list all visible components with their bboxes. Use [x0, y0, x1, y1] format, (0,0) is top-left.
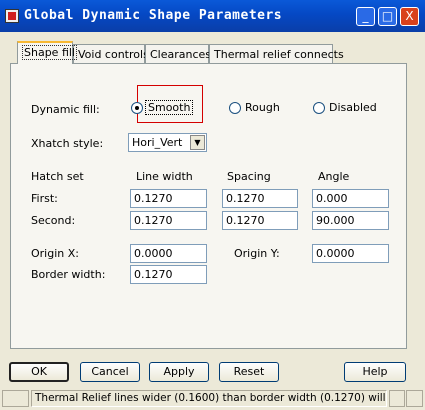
window-title: Global Dynamic Shape Parameters [24, 8, 283, 23]
status-cell-left [2, 390, 29, 407]
tab-clearances[interactable]: Clearances [145, 44, 212, 64]
second-angle-input[interactable]: 90.000 [312, 211, 389, 230]
status-message: Thermal Relief lines wider (0.1600) than… [31, 390, 387, 407]
minimize-icon: _ [362, 9, 369, 23]
xhatch-style-select[interactable]: Hori_Vert ▼ [128, 133, 207, 152]
maximize-icon: □ [381, 9, 394, 23]
xhatch-style-value: Hori_Vert [132, 136, 183, 149]
tab-void-controls[interactable]: Void controls [73, 44, 149, 64]
first-angle-input[interactable]: 0.000 [312, 189, 389, 208]
tab-shape-fill[interactable]: Shape fill [17, 41, 77, 64]
smooth-radio[interactable] [131, 102, 143, 114]
app-icon [5, 9, 19, 23]
tab-label: Shape fill [22, 45, 77, 60]
border-width-input[interactable]: 0.1270 [130, 265, 207, 284]
ok-button[interactable]: OK [9, 362, 69, 382]
help-button[interactable]: Help [344, 362, 406, 382]
tab-label: Void controls [78, 48, 149, 61]
second-line-width-input[interactable]: 0.1270 [130, 211, 207, 230]
angle-header: Angle [318, 170, 350, 183]
xhatch-style-label: Xhatch style: [31, 137, 104, 150]
rough-radio[interactable] [229, 102, 241, 114]
minimize-button[interactable]: _ [356, 7, 375, 26]
origin-x-input[interactable]: 0.0000 [130, 244, 207, 263]
apply-button[interactable]: Apply [149, 362, 209, 382]
maximize-button[interactable]: □ [378, 7, 397, 26]
second-spacing-input[interactable]: 0.1270 [222, 211, 298, 230]
tab-label: Clearances [150, 48, 212, 61]
hatch-set-header: Hatch set [31, 170, 84, 183]
rough-radio-label[interactable]: Rough [245, 101, 280, 114]
dynamic-fill-label: Dynamic fill: [31, 103, 100, 116]
cancel-button[interactable]: Cancel [80, 362, 140, 382]
second-row-label: Second: [31, 214, 76, 227]
chevron-down-icon[interactable]: ▼ [190, 135, 205, 150]
origin-y-input[interactable]: 0.0000 [312, 244, 389, 263]
spacing-header: Spacing [227, 170, 271, 183]
tab-thermal-relief-connects[interactable]: Thermal relief connects [209, 44, 344, 64]
close-icon: X [405, 9, 414, 23]
smooth-radio-label[interactable]: Smooth [145, 100, 194, 115]
origin-x-label: Origin X: [31, 247, 79, 260]
line-width-header: Line width [136, 170, 193, 183]
title-bar[interactable]: Global Dynamic Shape Parameters _ □ X [0, 0, 425, 32]
dialog-window: Global Dynamic Shape Parameters _ □ X Sh… [0, 0, 425, 410]
reset-button[interactable]: Reset [219, 362, 279, 382]
disabled-radio[interactable] [313, 102, 325, 114]
status-cell-right-2 [406, 390, 423, 407]
status-cell-right-1 [389, 390, 405, 407]
first-line-width-input[interactable]: 0.1270 [130, 189, 207, 208]
first-spacing-input[interactable]: 0.1270 [222, 189, 298, 208]
disabled-radio-label[interactable]: Disabled [329, 101, 377, 114]
tab-label: Thermal relief connects [214, 48, 344, 61]
origin-y-label: Origin Y: [234, 247, 280, 260]
border-width-label: Border width: [31, 268, 106, 281]
close-button[interactable]: X [400, 7, 419, 26]
first-row-label: First: [31, 192, 58, 205]
